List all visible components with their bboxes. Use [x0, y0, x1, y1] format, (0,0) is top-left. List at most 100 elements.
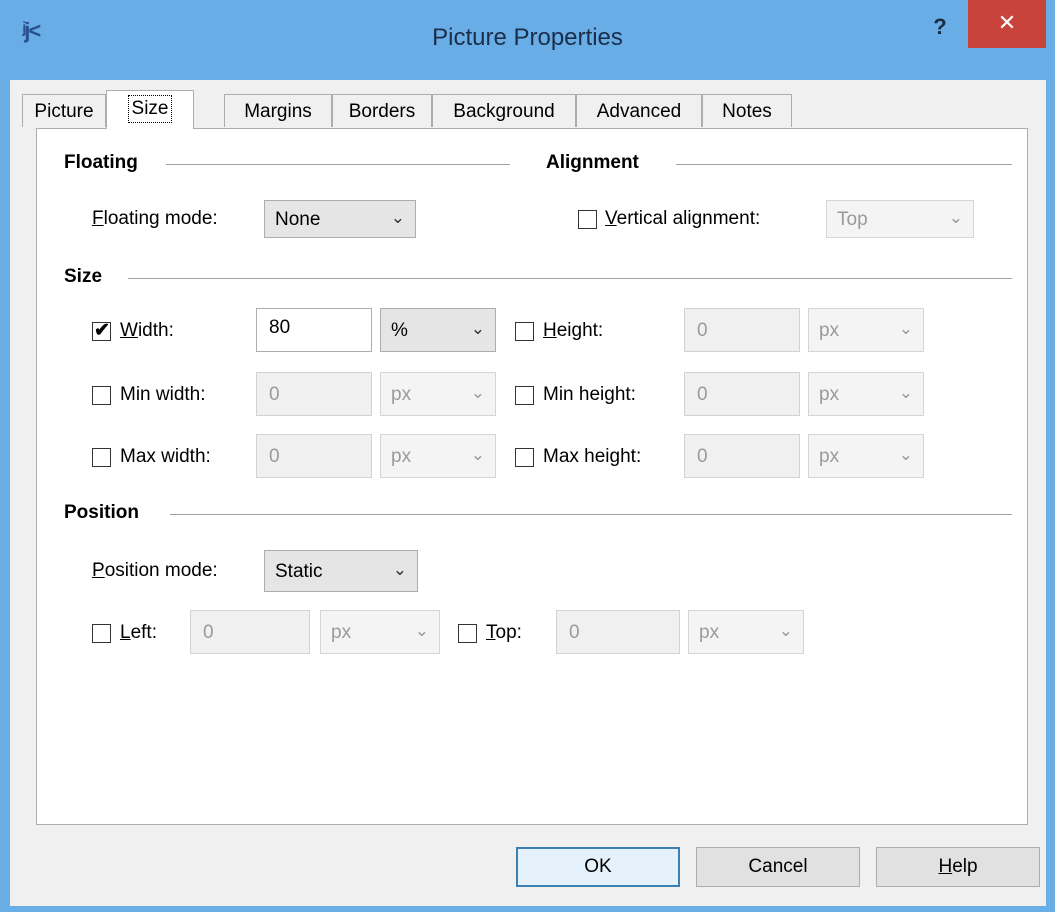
help-button[interactable]: Help: [876, 847, 1040, 887]
min-height-checkbox[interactable]: [515, 386, 534, 405]
access-key: H: [938, 856, 953, 877]
tab-advanced[interactable]: Advanced: [576, 94, 702, 127]
tab-label: Advanced: [596, 101, 682, 122]
select-value: Static: [275, 561, 323, 582]
access-key: H: [543, 320, 557, 341]
min-height-unit-select[interactable]: px ⌄: [808, 372, 924, 416]
max-height-unit-select[interactable]: px ⌄: [808, 434, 924, 478]
tab-label: Margins: [244, 101, 312, 122]
label-text: idth:: [137, 320, 174, 341]
tab-background[interactable]: Background: [432, 94, 576, 127]
left-unit-select[interactable]: px ⌄: [320, 610, 440, 654]
access-key: F: [92, 208, 104, 229]
top-input[interactable]: 0: [556, 610, 680, 654]
floating-mode-select[interactable]: None ⌄: [264, 200, 416, 238]
select-value: px: [699, 622, 720, 643]
floating-divider: [166, 164, 510, 165]
min-width-input[interactable]: 0: [256, 372, 372, 416]
top-unit-select[interactable]: px ⌄: [688, 610, 804, 654]
max-width-label: Max width:: [120, 446, 211, 467]
tab-borders[interactable]: Borders: [332, 94, 432, 127]
top-label: Top:: [486, 622, 522, 644]
height-label: Height:: [543, 320, 603, 342]
vertical-alignment-checkbox[interactable]: [578, 210, 597, 229]
tab-notes[interactable]: Notes: [702, 94, 792, 127]
cancel-button[interactable]: Cancel: [696, 847, 860, 887]
tab-label: Picture: [34, 101, 94, 122]
ok-button[interactable]: OK: [516, 847, 680, 887]
title-bar[interactable]: ʲj˂ Picture Properties ? ✕: [0, 0, 1055, 80]
input-value: 0: [203, 622, 214, 643]
label-text: eight:: [556, 320, 604, 341]
position-mode-select[interactable]: Static ⌄: [264, 550, 418, 592]
width-unit-select[interactable]: % ⌄: [380, 308, 496, 352]
chevron-down-icon: ⌄: [390, 208, 405, 227]
tab-label: Borders: [348, 101, 416, 122]
chevron-down-icon: ⌄: [470, 445, 485, 464]
access-key: W: [120, 320, 138, 341]
height-input[interactable]: 0: [684, 308, 800, 352]
input-value: 0: [269, 446, 280, 467]
input-value: 0: [697, 320, 708, 341]
tab-picture[interactable]: Picture: [22, 94, 106, 127]
access-key: V: [605, 208, 617, 229]
min-width-label: Min width:: [120, 384, 206, 405]
size-section-title: Size: [64, 266, 103, 287]
chevron-down-icon: ⌄: [392, 560, 407, 579]
max-height-input[interactable]: 0: [684, 434, 800, 478]
tab-label: Background: [453, 101, 555, 122]
chevron-down-icon: ⌄: [898, 319, 913, 338]
height-checkbox[interactable]: [515, 322, 534, 341]
chevron-down-icon: ⌄: [470, 383, 485, 402]
height-unit-select[interactable]: px ⌄: [808, 308, 924, 352]
vertical-alignment-select[interactable]: Top ⌄: [826, 200, 974, 238]
floating-mode-label: Floating mode:: [92, 208, 218, 230]
position-section-title: Position: [64, 502, 139, 523]
min-height-label: Min height:: [543, 384, 636, 405]
max-width-checkbox[interactable]: [92, 448, 111, 467]
alignment-divider: [676, 164, 1012, 165]
label-text: eft:: [130, 622, 157, 643]
left-input[interactable]: 0: [190, 610, 310, 654]
button-label: elp: [952, 856, 978, 877]
max-width-unit-select[interactable]: px ⌄: [380, 434, 496, 478]
alignment-section-title: Alignment: [546, 152, 639, 173]
max-height-checkbox[interactable]: [515, 448, 534, 467]
access-key: L: [120, 622, 131, 643]
select-value: px: [391, 446, 412, 467]
width-checkbox[interactable]: ✔: [92, 320, 111, 341]
label-text: osition mode:: [104, 560, 218, 581]
tab-label: Size: [127, 95, 173, 123]
access-key: T: [486, 622, 496, 643]
label-text: op:: [495, 622, 522, 643]
min-width-unit-select[interactable]: px ⌄: [380, 372, 496, 416]
position-divider: [170, 514, 1012, 515]
tab-label: Notes: [722, 101, 772, 122]
max-width-input[interactable]: 0: [256, 434, 372, 478]
input-value: 0: [269, 384, 280, 405]
size-divider: [128, 278, 1012, 279]
select-value: px: [819, 320, 840, 341]
help-icon[interactable]: ?: [920, 10, 960, 44]
checkmark-icon: ✔: [94, 320, 110, 341]
left-label: Left:: [120, 622, 157, 644]
floating-section-title: Floating: [64, 152, 138, 173]
picture-properties-dialog: ʲj˂ Picture Properties ? ✕ Picture Size …: [0, 0, 1055, 912]
close-button[interactable]: ✕: [968, 0, 1046, 48]
min-height-input[interactable]: 0: [684, 372, 800, 416]
position-mode-label: Position mode:: [92, 560, 218, 582]
select-value: px: [819, 446, 840, 467]
input-value: 0: [697, 446, 708, 467]
width-input[interactable]: 80: [256, 308, 372, 352]
max-height-label: Max height:: [543, 446, 642, 467]
chevron-down-icon: ⌄: [778, 621, 793, 640]
tab-size[interactable]: Size: [106, 90, 194, 129]
chevron-down-icon: ⌄: [898, 445, 913, 464]
top-checkbox[interactable]: [458, 624, 477, 643]
tab-margins[interactable]: Margins: [224, 94, 332, 127]
left-checkbox[interactable]: [92, 624, 111, 643]
input-value: 0: [697, 384, 708, 405]
min-width-checkbox[interactable]: [92, 386, 111, 405]
select-value: px: [819, 384, 840, 405]
chevron-down-icon: ⌄: [470, 319, 485, 338]
